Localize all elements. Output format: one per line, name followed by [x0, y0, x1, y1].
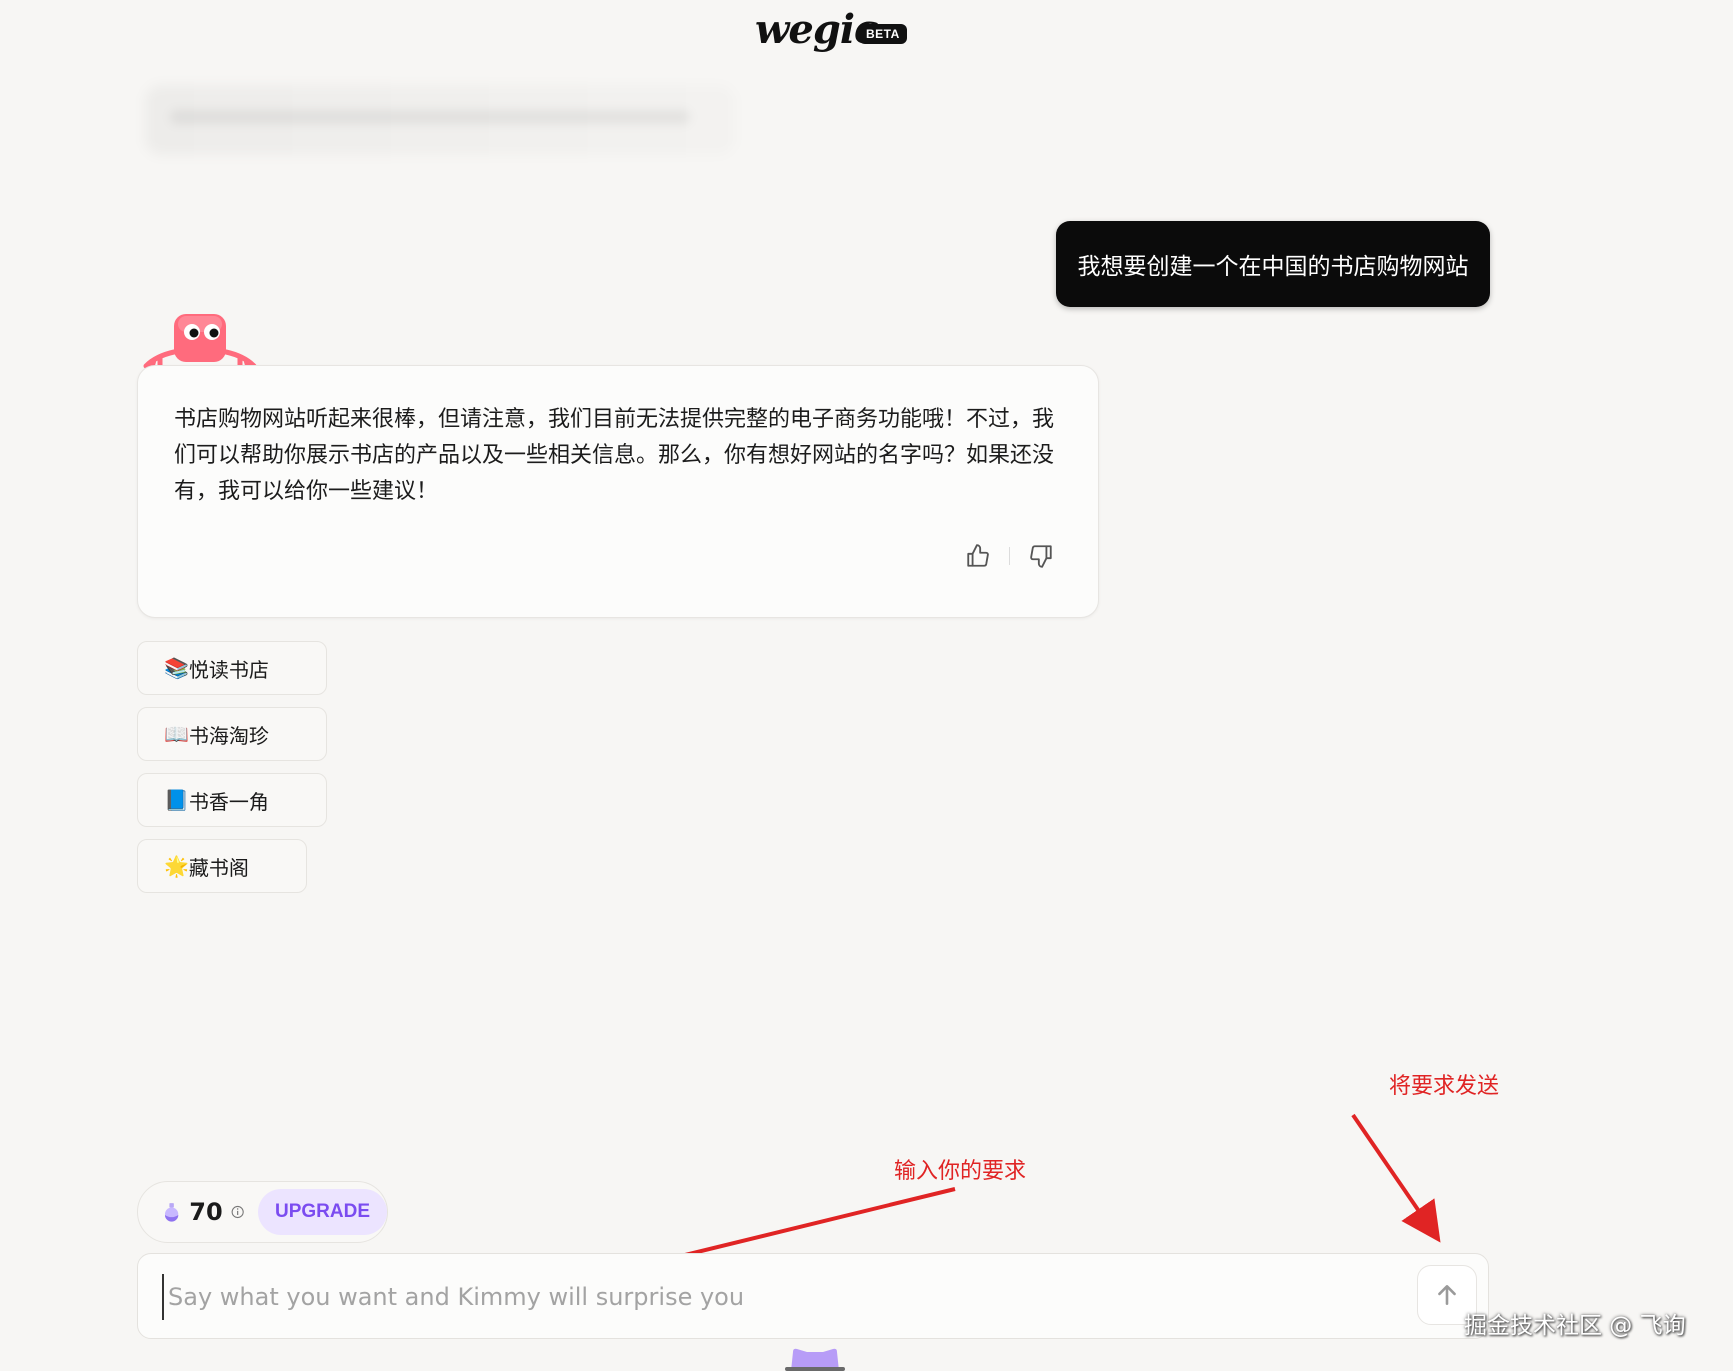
suggestion-chip[interactable]: 📚 悦读书店	[137, 641, 327, 695]
arrow-up-icon	[1438, 1285, 1456, 1305]
user-message-bubble: 我想要创建一个在中国的书店购物网站	[1056, 221, 1490, 307]
credit-count: 70	[189, 1198, 223, 1226]
beta-badge: BETA	[859, 24, 907, 44]
chat-input[interactable]	[162, 1274, 1320, 1320]
ai-message-card: 书店购物网站听起来很棒，但请注意，我们目前无法提供完整的电子商务功能哦！不过，我…	[137, 365, 1099, 618]
suggestion-chip[interactable]: 📖 书海淘珍	[137, 707, 327, 761]
thumbs-down-icon[interactable]	[1028, 543, 1054, 569]
blue-book-emoji-icon: 📘	[164, 788, 189, 812]
open-book-emoji-icon: 📖	[164, 722, 189, 746]
info-icon[interactable]	[231, 1203, 244, 1221]
suggestion-chip[interactable]: 📘 书香一角	[137, 773, 327, 827]
potion-icon	[164, 1203, 179, 1222]
input-annotation: 输入你的要求	[894, 1159, 1027, 1184]
suggestion-label: 书海淘珍	[188, 723, 269, 748]
upgrade-button[interactable]: UPGRADE	[257, 1189, 387, 1235]
user-message-text: 我想要创建一个在中国的书店购物网站	[1077, 254, 1469, 280]
credits-pill: 70 UPGRADE	[137, 1181, 388, 1243]
mascot-peek-icon	[785, 1348, 845, 1371]
star-emoji-icon: 🌟	[164, 854, 189, 878]
feedback-bar	[965, 543, 1054, 569]
arrow-to-send-button	[1351, 1113, 1441, 1243]
watermark-text: 掘金技术社区 @ 飞询	[1464, 1313, 1686, 1339]
chat-input-box	[137, 1253, 1489, 1339]
books-emoji-icon: 📚	[164, 656, 189, 680]
suggestion-label: 书香一角	[188, 789, 269, 814]
suggestion-label: 藏书阁	[188, 855, 249, 880]
feedback-separator	[1009, 547, 1010, 565]
ai-message-text: 书店购物网站听起来很棒，但请注意，我们目前无法提供完整的电子商务功能哦！不过，我…	[174, 407, 1055, 504]
thumbs-up-icon[interactable]	[965, 543, 991, 569]
send-annotation: 将要求发送	[1389, 1074, 1500, 1099]
blurred-text-line	[170, 110, 690, 124]
wegic-logo[interactable]: wegic BETA	[755, 6, 907, 58]
suggestion-chip[interactable]: 🌟 藏书阁	[137, 839, 307, 893]
suggestion-label: 悦读书店	[188, 657, 269, 682]
